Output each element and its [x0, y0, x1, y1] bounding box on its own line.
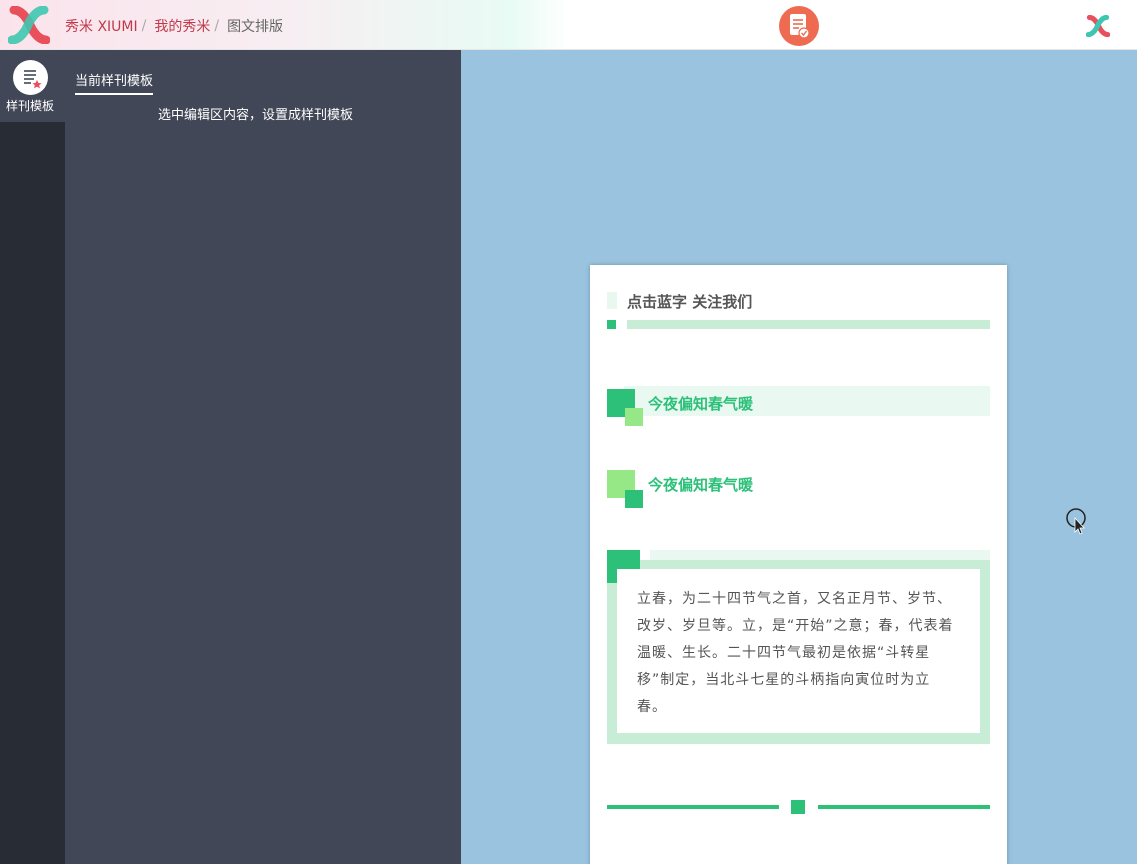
template-star-icon [13, 60, 48, 95]
left-rail: 样刊模板 [0, 50, 65, 864]
rail-item-template[interactable]: 样刊模板 [0, 50, 65, 122]
follow-decor-bar [627, 320, 990, 329]
document-check-button[interactable] [779, 6, 819, 46]
breadcrumb: 秀米 XIUMI / 我的秀米 / 图文排版 [65, 16, 283, 36]
tab-current-template[interactable]: 当前样刊模板 [75, 70, 154, 95]
text-box-top-bar [650, 550, 990, 560]
heading-1-square-small [625, 408, 643, 426]
article-canvas[interactable]: 点击蓝字 关注我们 今夜偏知春气暖 今夜偏知春气暖 立春，为二十四节气之首，又名… [590, 265, 1007, 864]
breadcrumb-my-xiumi[interactable]: 我的秀米 [154, 16, 210, 36]
follow-decor-dot [607, 320, 616, 329]
template-panel: 当前样刊模板 选中编辑区内容，设置成样刊模板 [65, 50, 461, 864]
xiumi-logo-icon[interactable] [7, 5, 51, 45]
rail-item-label: 样刊模板 [5, 99, 54, 113]
breadcrumb-current: 图文排版 [227, 19, 284, 35]
breadcrumb-separator: / [214, 18, 220, 34]
xiumi-logo-icon [1086, 15, 1110, 37]
follow-decor [607, 292, 617, 309]
follow-title[interactable]: 点击蓝字 关注我们 [627, 291, 752, 312]
divider-square [791, 800, 805, 814]
mouse-cursor-icon [1066, 507, 1088, 535]
divider-left [607, 805, 779, 809]
document-check-icon [790, 14, 810, 39]
divider-right [818, 805, 990, 809]
breadcrumb-separator: / [141, 18, 147, 34]
panel-hint: 选中编辑区内容，设置成样刊模板 [158, 108, 354, 123]
heading-1[interactable]: 今夜偏知春气暖 [648, 393, 753, 414]
breadcrumb-home[interactable]: 秀米 XIUMI [65, 16, 138, 36]
heading-2[interactable]: 今夜偏知春气暖 [648, 474, 753, 495]
heading-2-square-small [625, 490, 643, 508]
top-bar: 秀米 XIUMI / 我的秀米 / 图文排版 [0, 0, 1137, 50]
text-box-body[interactable]: 立春，为二十四节气之首，又名正月节、岁节、改岁、岁旦等。立，是“开始”之意；春，… [617, 569, 980, 733]
user-avatar[interactable] [1082, 10, 1114, 42]
